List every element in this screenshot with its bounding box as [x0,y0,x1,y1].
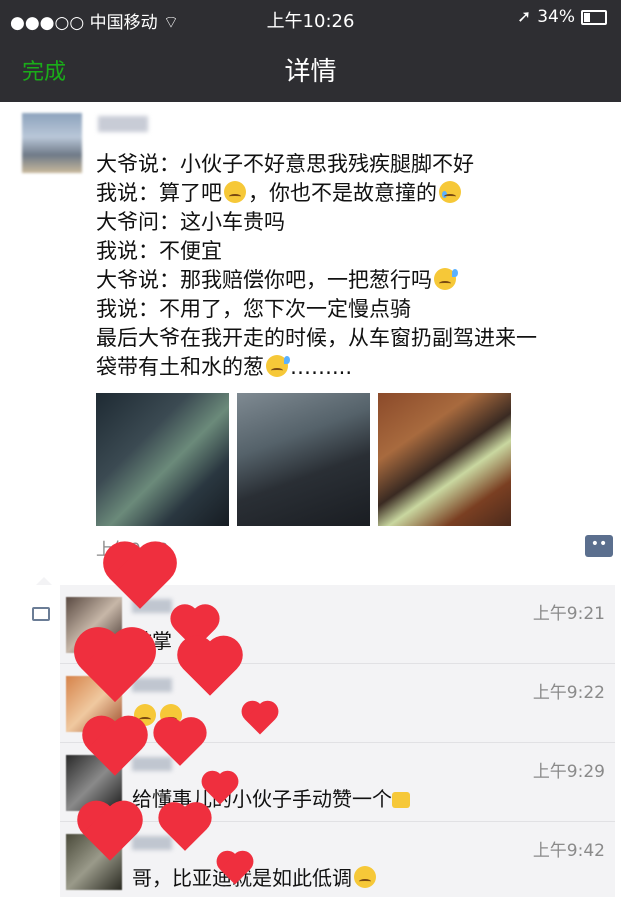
commenter-name[interactable] [132,678,172,692]
page-title: 详情 [284,57,337,87]
battery-fill [584,12,591,22]
post-line: 最后大爷在我开走的时候，从车窗扔副驾进来一 [96,326,537,350]
comment-text-part: 给懂事儿的小伙子手动赞一个 [132,787,392,811]
post-line-part: 我说：算了吧 [96,181,222,205]
commenter-avatar[interactable] [66,597,122,653]
comments-pointer [36,577,52,585]
post-line: 大爷说：那我赔偿你吧，一把葱行吗 [96,266,611,295]
poster-avatar[interactable] [22,113,82,173]
emoji-icon [134,704,156,726]
post-line: 大爷问：这小车贵吗 [96,210,285,234]
comment-icon [32,607,50,621]
comment-text-part: 哥，比亚迪就是如此低调 [132,866,352,890]
post-line-part: 袋带有土和水的葱 [96,355,264,379]
comment-text: 给懂事儿的小伙子手动赞一个 [132,783,410,812]
photo-car-side[interactable] [96,393,229,526]
emoji-icon [160,704,182,726]
comment-text: 鼓掌 [132,629,172,653]
comment-time: 上午9:22 [532,683,605,703]
photo-street[interactable] [237,393,370,526]
post-line: 袋带有土和水的葱 ……... [96,353,611,382]
post-line-part: ……... [290,355,353,379]
photo-car-interior-scallions[interactable] [378,393,511,526]
commenter-name[interactable] [132,599,172,613]
poster-name[interactable] [98,116,148,132]
comment-item[interactable]: 上午9:42 哥，比亚迪就是如此低调 [60,822,615,900]
post-line-part: ，你也不是故意撞的 [248,181,437,205]
comment-time: 上午9:21 [532,604,605,624]
comment-item[interactable]: 上午9:29 给懂事儿的小伙子手动赞一个 [60,743,615,822]
post-line: 我说：算了吧 ，你也不是故意撞的 [96,179,611,208]
frown-emoji-icon [224,181,246,203]
battery-icon [581,9,607,25]
comment-time: 上午9:42 [532,841,605,861]
post-timestamp: 上午9:18 [96,540,169,560]
comment-like-button[interactable]: •• [585,535,613,557]
sweat-emoji-icon [266,355,290,377]
commenter-avatar[interactable] [66,755,122,811]
sweat-emoji-icon [434,268,458,290]
comment-time: 上午9:29 [532,762,605,782]
commenter-name[interactable] [132,836,172,850]
location-icon: ➚ [516,7,532,27]
post-line: 我说：不用了，您下次一定慢点骑 [96,297,411,321]
post-line-part: 大爷说：那我赔偿你吧，一把葱行吗 [96,268,432,292]
crying-emoji-icon [439,181,461,203]
comment-text: 哥，比亚迪就是如此低调 [132,862,378,891]
post-photos [96,393,511,526]
comment-item[interactable]: 上午9:22 [60,664,615,743]
commenter-name[interactable] [132,757,172,771]
thumbs-up-icon [392,792,410,808]
comment-item[interactable]: 上午9:21 鼓掌 [60,585,615,664]
post-line: 我说：不便宜 [96,239,222,263]
shy-emoji-icon [354,866,376,888]
status-bar: ●●●○○ 中国移动 ⌔ 上午10:26 ➚ 34% [0,0,621,36]
commenter-avatar[interactable] [66,834,122,890]
battery-indicator: ➚ 34% [517,7,607,27]
commenter-avatar[interactable] [66,676,122,732]
comments-section: 上午9:21 鼓掌 上午9:22 上午9:29 给懂事儿的小伙子手动赞一个 上午… [60,585,615,897]
post-text: 大爷说：小伙子不好意思我残疾腿脚不好 我说：算了吧 ，你也不是故意撞的 大爷问：这… [96,150,611,382]
battery-percent: 34% [537,7,575,27]
post-line: 大爷说：小伙子不好意思我残疾腿脚不好 [96,152,474,176]
nav-bar: 完成 详情 [0,36,621,102]
comment-text [132,704,184,728]
